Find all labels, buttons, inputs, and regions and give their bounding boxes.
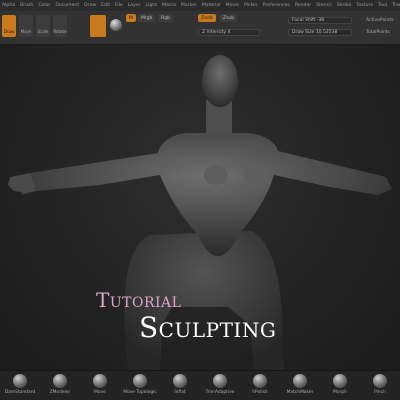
rotate-mode-label: Rotate xyxy=(53,29,67,34)
scale-mode-label: Scale xyxy=(37,29,49,34)
rotate-mode-button[interactable]: Rotate xyxy=(53,15,67,37)
menu-item-preferences[interactable]: Preferences xyxy=(263,3,290,8)
draw-size-slider[interactable]: Draw Size 10.52538 xyxy=(288,29,352,36)
brush-name: Move Topologic xyxy=(123,390,157,395)
scale-mode-button[interactable]: Scale xyxy=(36,15,50,37)
brush-move-topologic[interactable]: Move Topologic xyxy=(120,374,160,395)
menu-item-macro[interactable]: Macro xyxy=(162,3,176,8)
brush-morph[interactable]: Morph xyxy=(320,374,360,395)
brush-preview-icon xyxy=(173,374,187,388)
move-mode-button[interactable]: Move xyxy=(19,15,33,37)
brush-hpolish[interactable]: hPolish xyxy=(240,374,280,395)
brush-name: Inflat xyxy=(174,390,186,395)
brush-shelf: DamStandard ZModeler Move Move Topologic Inf… xyxy=(0,370,400,400)
torso xyxy=(18,133,392,256)
menu-item-file[interactable]: File xyxy=(115,3,123,8)
brush-name: TrimAdaptive xyxy=(205,390,235,395)
toolbar: Draw Move Scale Rotate M Mrgb Rgb Zadd Z… xyxy=(0,11,400,45)
menu-item-render[interactable]: Render xyxy=(295,3,311,8)
brush-name: Move xyxy=(94,390,106,395)
menu-item-tool[interactable]: Tool xyxy=(378,3,387,8)
brush-trimadaptive[interactable]: TrimAdaptive xyxy=(200,374,240,395)
focal-shift-slider[interactable]: Focal Shift -38 xyxy=(288,17,352,24)
brush-name: MatchMaker xyxy=(286,390,314,395)
brush-name: ZModeler xyxy=(49,390,71,395)
zadd-toggle-label: Zadd xyxy=(201,15,213,21)
menu-item-picker[interactable]: Picker xyxy=(244,3,258,8)
edit-mode-button[interactable] xyxy=(90,15,106,37)
menu-item-material[interactable]: Material xyxy=(202,3,221,8)
brush-preview-icon xyxy=(53,374,67,388)
zadd-toggle[interactable]: Zadd xyxy=(198,14,216,22)
menu-item-alpha[interactable]: Alpha xyxy=(2,3,15,8)
menu-item-transform[interactable]: Transform xyxy=(392,3,400,8)
rgb-toggle[interactable]: Rgb xyxy=(158,14,173,22)
head xyxy=(202,55,238,107)
brush-move[interactable]: Move xyxy=(80,374,120,395)
menu-item-marker[interactable]: Marker xyxy=(181,3,197,8)
move-mode-label: Move xyxy=(20,29,32,34)
sculpting-title: Sculpting xyxy=(139,311,277,344)
brush-preview-icon xyxy=(93,374,107,388)
mrgb-toggle-label: Mrgb xyxy=(141,15,153,21)
zsub-toggle[interactable]: Zsub xyxy=(220,14,238,22)
zsub-toggle-label: Zsub xyxy=(223,15,235,21)
total-points-label: TotalPoints xyxy=(366,30,391,35)
brush-zmodeler[interactable]: ZModeler xyxy=(40,374,80,395)
menu-item-draw[interactable]: Draw xyxy=(84,3,96,8)
menu-bar: Alpha Brush Color Document Draw Edit File Layer… xyxy=(0,0,400,11)
menu-item-color[interactable]: Color xyxy=(38,3,50,8)
m-toggle-label: M xyxy=(129,15,133,21)
mrgb-toggle[interactable]: Mrgb xyxy=(138,14,156,22)
draw-mode-label: Draw xyxy=(3,29,15,34)
draw-size-value: Draw Size 10.52538 xyxy=(292,30,338,35)
rgb-toggle-label: Rgb xyxy=(161,15,170,21)
brush-name: Pinch xyxy=(374,390,386,395)
draw-mode-button[interactable]: Draw xyxy=(2,15,16,37)
menu-item-movie[interactable]: Movie xyxy=(225,3,239,8)
brush-preview-icon xyxy=(293,374,307,388)
brush-preview-icon xyxy=(333,374,347,388)
z-intensity-value: Z Intensity 4 xyxy=(202,30,231,35)
menu-item-brush[interactable]: Brush xyxy=(20,3,33,8)
menu-item-stencil[interactable]: Stencil xyxy=(316,3,332,8)
z-intensity-slider[interactable]: Z Intensity 4 xyxy=(198,29,260,36)
brush-preview-icon xyxy=(13,374,27,388)
focal-shift-value: Focal Shift -38 xyxy=(292,18,325,23)
menu-item-layer[interactable]: Layer xyxy=(128,3,141,8)
menu-item-light[interactable]: Light xyxy=(146,3,157,8)
brush-preview-icon xyxy=(373,374,387,388)
brush-preview-icon xyxy=(253,374,267,388)
canvas-viewport[interactable]: Tutorial Sculpting xyxy=(0,45,400,370)
brush-name: Morph xyxy=(333,390,347,395)
brush-matchmaker[interactable]: MatchMaker xyxy=(280,374,320,395)
menu-item-stroke[interactable]: Stroke xyxy=(337,3,352,8)
brush-inflat[interactable]: Inflat xyxy=(160,374,200,395)
brush-preview-icon xyxy=(133,374,147,388)
menu-item-edit[interactable]: Edit xyxy=(101,3,110,8)
brush-damstandard[interactable]: DamStandard xyxy=(0,374,40,395)
material-sphere-icon[interactable] xyxy=(110,19,122,31)
menu-item-document[interactable]: Document xyxy=(55,3,79,8)
active-points-label: ActivePoints xyxy=(366,18,394,23)
brush-preview-icon xyxy=(213,374,227,388)
m-toggle[interactable]: M xyxy=(126,14,136,22)
brush-pinch[interactable]: Pinch xyxy=(360,374,400,395)
chest-right xyxy=(244,165,268,185)
brush-name: hPolish xyxy=(252,390,268,395)
brush-name: DamStandard xyxy=(4,390,36,395)
menu-item-texture[interactable]: Texture xyxy=(356,3,373,8)
tutorial-title: Tutorial xyxy=(96,288,182,312)
chest-left xyxy=(204,165,228,185)
